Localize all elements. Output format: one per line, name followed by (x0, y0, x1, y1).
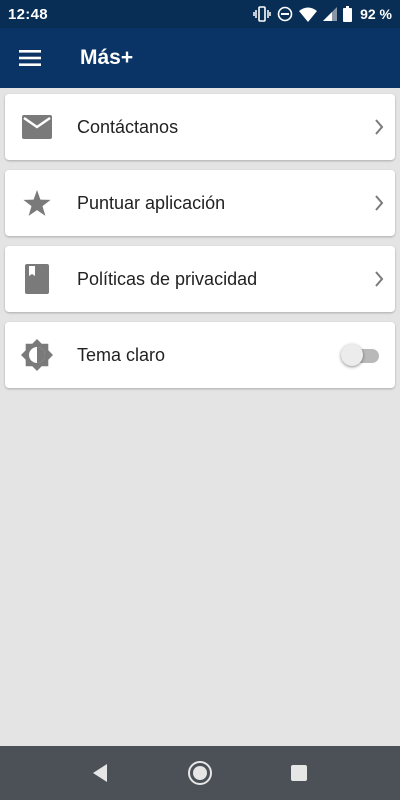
star-icon (21, 187, 53, 219)
brightness-icon (21, 339, 53, 371)
rate-app-item[interactable]: Puntuar aplicación (5, 170, 395, 236)
chevron-right-icon (367, 267, 391, 291)
status-icons: 92 % (253, 6, 392, 22)
contact-us-label: Contáctanos (77, 116, 179, 137)
mail-icon (21, 111, 53, 143)
do-not-disturb-icon (277, 6, 293, 22)
rate-app-label: Puntuar aplicación (77, 192, 226, 213)
contact-us-item[interactable]: Contáctanos (5, 94, 395, 160)
back-button[interactable] (87, 760, 113, 786)
battery-icon (343, 6, 353, 22)
recents-icon (291, 765, 307, 781)
hamburger-menu-icon (19, 50, 41, 66)
status-time: 12:48 (8, 5, 48, 23)
chevron-right-icon (367, 115, 391, 139)
status-bar: 12:48 92 % (0, 0, 400, 28)
light-theme-toggle[interactable] (341, 343, 381, 367)
menu-button[interactable] (0, 28, 60, 88)
book-icon (21, 263, 53, 295)
page-title: Más+ (80, 46, 134, 69)
privacy-policy-item[interactable]: Políticas de privacidad (5, 246, 395, 312)
recents-button[interactable] (286, 760, 312, 786)
app-bar: Más+ (0, 28, 400, 88)
toggle-thumb (341, 344, 363, 366)
chevron-right-icon (367, 191, 391, 215)
settings-list: Contáctanos Puntuar aplicación Políticas… (5, 94, 395, 398)
battery-percentage: 92 % (360, 6, 392, 22)
light-theme-label: Tema claro (77, 344, 166, 365)
back-icon (93, 764, 107, 782)
home-icon (188, 761, 212, 785)
home-button[interactable] (187, 760, 213, 786)
navigation-bar (0, 746, 400, 800)
vibrate-icon (253, 6, 271, 22)
signal-icon (323, 7, 338, 21)
wifi-icon (299, 7, 318, 22)
light-theme-item: Tema claro (5, 322, 395, 388)
privacy-policy-label: Políticas de privacidad (77, 268, 258, 289)
